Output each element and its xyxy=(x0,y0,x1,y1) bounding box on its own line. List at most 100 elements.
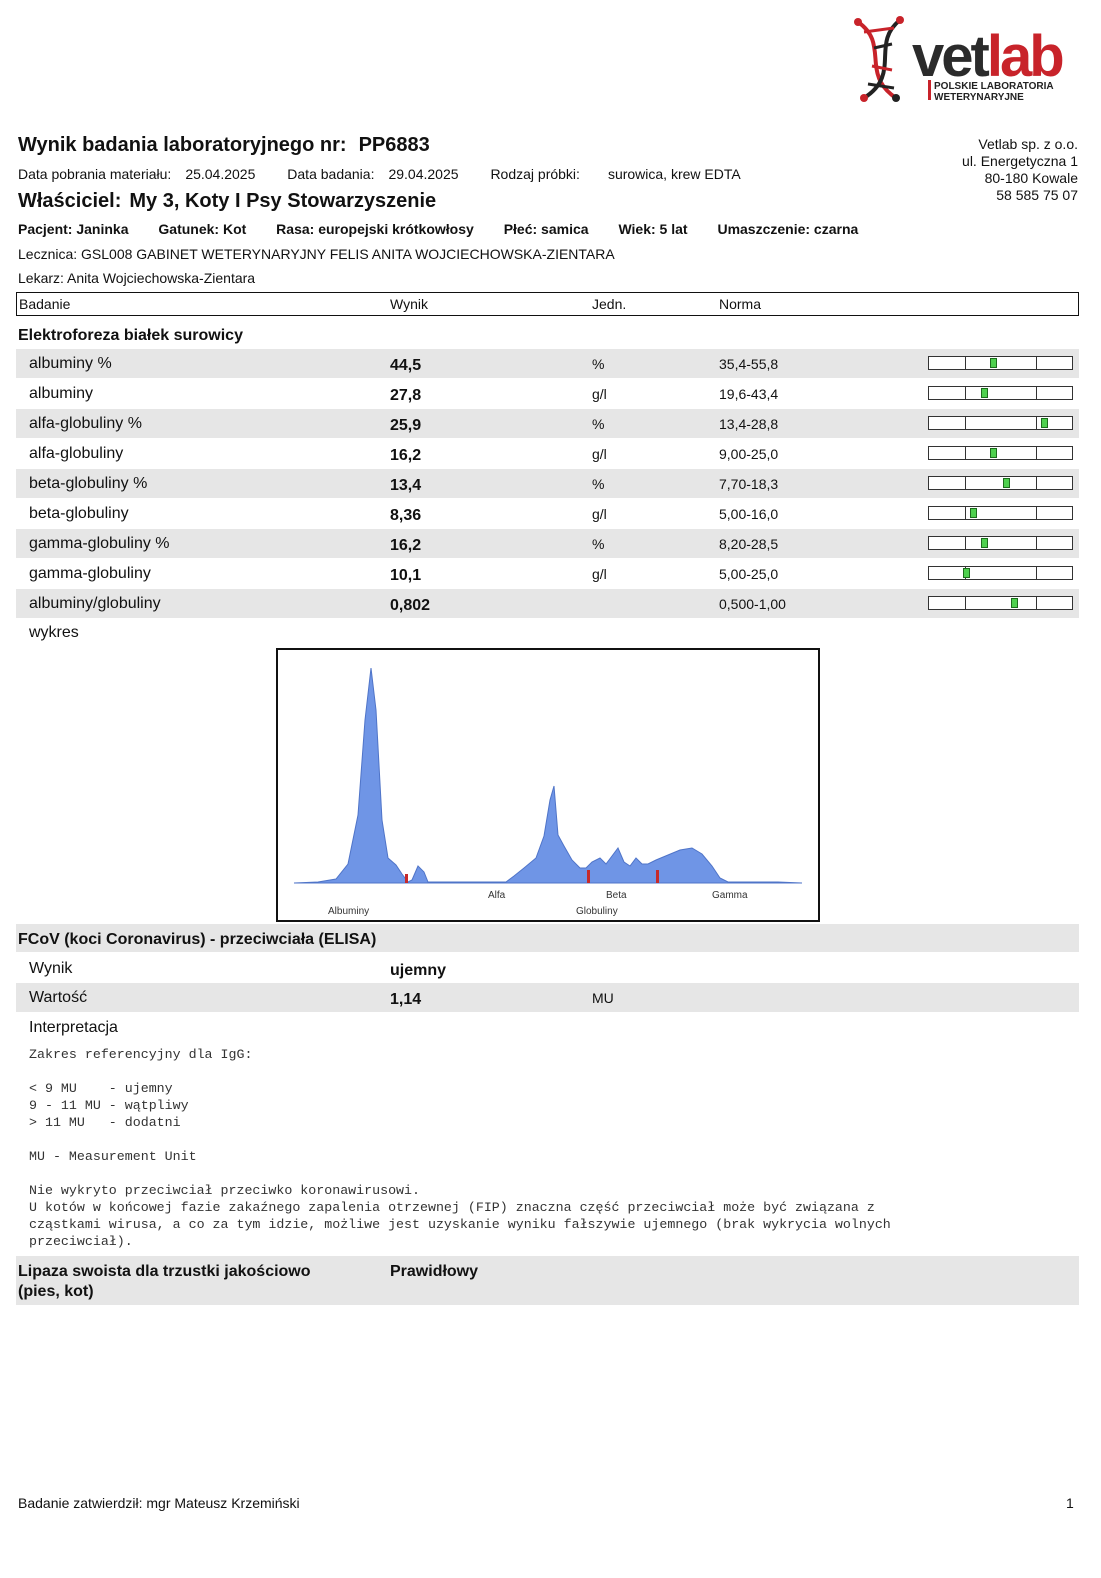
electro-row: gamma-globuliny 10,1 g/l 5,00-25,0 xyxy=(16,559,1079,588)
electro-row: alfa-globuliny % 25,9% 13,4-28,8 xyxy=(16,409,1079,438)
gauge-tick xyxy=(964,417,966,429)
fcov-value: 1,14 xyxy=(390,991,422,1008)
fcov-result-label: Wynik xyxy=(29,960,73,977)
gauge-tick xyxy=(1036,447,1038,459)
result-name: albuminy/globuliny xyxy=(29,595,161,612)
result-value: 8,36 xyxy=(390,507,422,524)
chart-label: wykres xyxy=(29,624,79,641)
range-gauge xyxy=(928,506,1073,520)
gauge-tick xyxy=(964,537,966,549)
interpretation-label: Interpretacja xyxy=(29,1019,118,1036)
collection-date: 25.04.2025 xyxy=(185,166,256,182)
gauge-tick xyxy=(1036,387,1038,399)
range-gauge xyxy=(928,356,1073,370)
gauge-marker xyxy=(962,568,970,578)
result-norm: 7,70-18,3 xyxy=(719,476,779,492)
result-name: alfa-globuliny % xyxy=(29,415,142,432)
owner-value: My 3, Koty I Psy Stowarzyszenie xyxy=(129,190,437,212)
label-gamma: Gamma xyxy=(712,890,748,901)
patient-breed: Rasa: europejski krótkowłosy xyxy=(276,221,474,237)
beta-gamma-boundary-marker xyxy=(656,870,659,883)
range-gauge xyxy=(928,476,1073,490)
electro-row: beta-globuliny 8,36 g/l 5,00-16,0 xyxy=(16,499,1079,528)
range-gauge xyxy=(928,536,1073,550)
col-unit: Jedn. xyxy=(592,296,627,312)
gauge-marker xyxy=(989,358,997,368)
sample-meta: Data pobrania materiału: 25.04.2025 Data … xyxy=(18,166,769,182)
lipase-value: Prawidłowy xyxy=(390,1263,479,1280)
patient-info: Pacjent: Janinka Gatunek: Kot Rasa: euro… xyxy=(18,221,884,237)
result-value: 16,2 xyxy=(390,447,422,464)
result-unit: % xyxy=(592,416,605,432)
gauge-tick xyxy=(1036,567,1038,579)
result-value: 27,8 xyxy=(390,387,422,404)
report-number: PP6883 xyxy=(358,134,430,156)
lipase-title: Lipaza swoista dla trzustki jakościowo (… xyxy=(18,1262,311,1302)
patient-age: Wiek: 5 lat xyxy=(618,221,688,237)
electro-row: beta-globuliny % 13,4% 7,70-18,3 xyxy=(16,469,1079,498)
result-unit: g/l xyxy=(592,506,607,522)
results-table-header: Badanie Wynik Jedn. Norma xyxy=(16,292,1079,316)
result-norm: 5,00-25,0 xyxy=(719,566,779,582)
company-city: 80-180 Kowale xyxy=(984,170,1078,186)
logo-brand-lab: lab xyxy=(987,24,1063,89)
result-unit: % xyxy=(592,536,605,552)
gauge-marker xyxy=(981,538,989,548)
result-value: 0,802 xyxy=(390,597,431,614)
report-title: Wynik badania laboratoryjnego nr: PP6883 xyxy=(18,134,430,157)
patient-species: Gatunek: Kot xyxy=(158,221,247,237)
fcov-title: FCoV (koci Coronavirus) - przeciwciała (… xyxy=(18,931,377,948)
gauge-tick xyxy=(964,477,966,489)
company-phone: 58 585 75 07 xyxy=(996,187,1078,203)
gauge-marker xyxy=(1011,598,1019,608)
electrophoresis-curve xyxy=(293,667,803,884)
electrophoresis-graph: Albuminy Alfa Beta Gamma Globuliny xyxy=(293,667,803,917)
result-name: gamma-globuliny % xyxy=(29,535,170,552)
result-norm: 13,4-28,8 xyxy=(719,416,779,432)
doctor: Lekarz: Anita Wojciechowska-Zientara xyxy=(18,270,256,286)
approved-by: Badanie zatwierdził: mgr Mateusz Krzemiń… xyxy=(18,1495,300,1511)
alfa-beta-boundary-marker xyxy=(587,870,590,883)
exam-label: Data badania: xyxy=(287,166,375,182)
sample-label: Rodzaj próbki: xyxy=(490,166,580,182)
label-albuminy: Albuminy xyxy=(328,906,369,917)
lipase-row: Lipaza swoista dla trzustki jakościowo (… xyxy=(16,1256,1079,1305)
gauge-marker xyxy=(969,508,977,518)
gauge-tick xyxy=(1036,357,1038,369)
gauge-tick xyxy=(1036,537,1038,549)
col-test: Badanie xyxy=(19,296,71,312)
fcov-result-value: ujemny xyxy=(390,962,447,979)
gauge-tick xyxy=(964,597,966,609)
result-name: albuminy xyxy=(29,385,94,402)
owner: Właściciel: My 3, Koty I Psy Stowarzyszen… xyxy=(18,190,436,213)
result-norm: 5,00-16,0 xyxy=(719,506,779,522)
collection-label: Data pobrania materiału: xyxy=(18,166,172,182)
logo-brand-vet: vet xyxy=(912,24,990,89)
svg-text:vetlab: vetlab xyxy=(912,24,1063,89)
owner-label: Właściciel: xyxy=(18,190,122,212)
result-unit: g/l xyxy=(592,446,607,462)
patient-color: Umaszczenie: czarna xyxy=(717,221,859,237)
result-norm: 35,4-55,8 xyxy=(719,356,779,372)
gauge-marker xyxy=(989,448,997,458)
result-unit: % xyxy=(592,476,605,492)
electro-row: albuminy 27,8 g/l 19,6-43,4 xyxy=(16,379,1079,408)
result-norm: 0,500-1,00 xyxy=(719,596,786,612)
logo-sub1: POLSKIE LABORATORIA xyxy=(934,81,1054,92)
result-name: alfa-globuliny xyxy=(29,445,124,462)
gauge-tick xyxy=(1036,477,1038,489)
gauge-tick xyxy=(964,447,966,459)
label-globuliny: Globuliny xyxy=(576,906,618,917)
fcov-value-label: Wartość xyxy=(29,989,88,1006)
range-gauge xyxy=(928,416,1073,430)
gauge-marker xyxy=(981,388,989,398)
electro-row: albuminy/globuliny 0,802 0,500-1,00 xyxy=(16,589,1079,618)
col-norm: Norma xyxy=(719,296,762,312)
fcov-value-row: Wartość 1,14 MU xyxy=(16,983,1079,1012)
result-name: beta-globuliny % xyxy=(29,475,148,492)
result-value: 44,5 xyxy=(390,357,422,374)
gauge-tick xyxy=(964,387,966,399)
fcov-result-row: Wynik ujemny xyxy=(16,954,1079,983)
result-name: beta-globuliny xyxy=(29,505,129,522)
company-name: Vetlab sp. z o.o. xyxy=(978,136,1078,152)
